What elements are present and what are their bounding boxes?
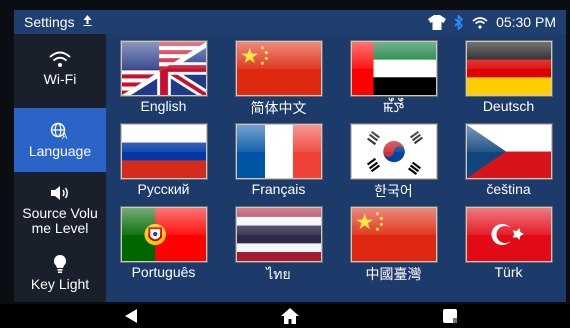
sidebar-item-language[interactable]: A Language [14, 108, 106, 172]
speaker-volume-icon [50, 184, 70, 202]
language-label: Русский [137, 181, 190, 197]
status-title: Settings [24, 14, 75, 30]
settings-content: Wi-Fi A Language Source Volu me Level Ke… [14, 34, 566, 302]
uae-flag [351, 41, 437, 96]
back-triangle-icon[interactable] [121, 308, 141, 324]
globe-language-icon: A [50, 122, 70, 140]
wifi-icon [472, 16, 488, 29]
tshirt-icon [428, 14, 447, 30]
language-label: ไทย [266, 266, 291, 282]
portugal-flag [121, 207, 207, 262]
screen: Settings 05:30 PM Wi-Fi A Language Sourc… [0, 0, 570, 328]
language-label: čeština [486, 181, 531, 197]
france-flag [236, 124, 322, 179]
language-label: 中國臺灣 [365, 266, 422, 282]
language-label: ꯃꯩꯇꯩ [382, 99, 405, 115]
language-option-czech[interactable]: čeština [451, 119, 566, 203]
navigation-bar [0, 304, 570, 328]
language-label: Deutsch [482, 98, 535, 114]
language-option-portuguese[interactable]: Português [106, 202, 221, 286]
clock-time: 05:30 PM [496, 14, 556, 30]
language-option-english[interactable]: English [106, 36, 221, 120]
uk-usa-flag [121, 41, 207, 96]
czech-flag [466, 124, 552, 179]
russia-flag [121, 124, 207, 179]
turkey-flag [466, 207, 552, 262]
language-label: Português [131, 264, 196, 280]
language-option-russian[interactable]: Русский [106, 119, 221, 203]
recents-square-icon[interactable] [440, 308, 460, 324]
language-option-korean[interactable]: 한국어 [336, 119, 451, 203]
status-bar: Settings 05:30 PM [14, 10, 566, 34]
thailand-flag [236, 207, 322, 262]
status-icons: 05:30 PM [428, 14, 556, 30]
south-korea-flag [351, 124, 437, 179]
sidebar: Wi-Fi A Language Source Volu me Level Ke… [14, 34, 106, 302]
language-option-french[interactable]: Français [221, 119, 336, 203]
language-option-manipuri[interactable]: ꯃꯩꯇꯩ [336, 36, 451, 120]
language-option-simplified-chinese[interactable]: 简体中文 [221, 36, 336, 120]
bluetooth-icon [454, 14, 464, 30]
language-label: 简体中文 [250, 100, 307, 116]
language-option-traditional-chinese[interactable]: 中國臺灣 [336, 202, 451, 286]
language-option-turkish[interactable]: Türk [451, 202, 566, 286]
germany-flag [466, 41, 552, 96]
china-flag [236, 41, 322, 96]
lightbulb-icon [53, 254, 67, 273]
sidebar-item-source-volume[interactable]: Source Volu me Level [14, 178, 106, 242]
home-icon[interactable] [279, 308, 301, 324]
wifi-icon [49, 50, 71, 68]
china-flag [351, 207, 437, 262]
sidebar-item-key-light[interactable]: Key Light [14, 244, 106, 302]
sidebar-item-wifi[interactable]: Wi-Fi [14, 34, 106, 102]
language-label: 한국어 [374, 183, 413, 199]
sidebar-item-label: Language [28, 142, 92, 159]
sidebar-item-label: Key Light [30, 275, 90, 292]
sidebar-item-label: Source Volu me Level [22, 205, 98, 236]
language-option-german[interactable]: Deutsch [451, 36, 566, 120]
upload-arrow-icon [83, 15, 92, 29]
language-grid: English 简体中文 ꯃꯩꯇꯩ Deutsch Русский França… [106, 34, 566, 302]
svg-text:A: A [62, 132, 68, 140]
sidebar-item-label: Wi-Fi [43, 70, 77, 87]
language-label: Français [251, 181, 306, 197]
language-option-thai[interactable]: ไทย [221, 202, 336, 286]
language-label: English [140, 98, 187, 114]
language-label: Türk [494, 264, 523, 280]
